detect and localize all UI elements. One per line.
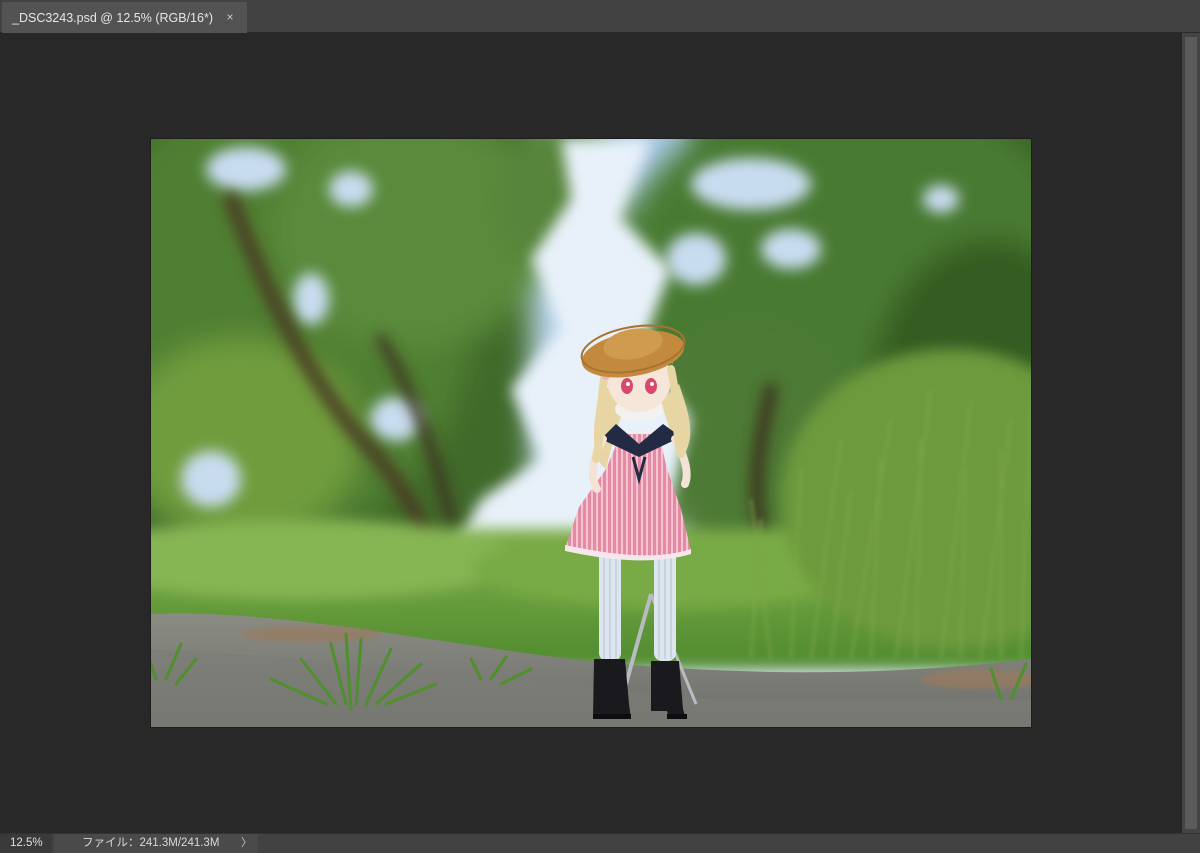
document-tab[interactable]: _DSC3243.psd @ 12.5% (RGB/16*) × bbox=[2, 2, 247, 33]
status-bar: 12.5% ファイル：241.3M/241.3M 〉 bbox=[0, 833, 1200, 853]
document-image[interactable] bbox=[151, 139, 1031, 727]
chevron-right-icon[interactable]: 〉 bbox=[241, 834, 252, 853]
close-icon[interactable]: × bbox=[223, 10, 237, 24]
vertical-scrollbar-thumb[interactable] bbox=[1185, 37, 1197, 829]
photoshop-window: _DSC3243.psd @ 12.5% (RGB/16*) × 12.5% フ… bbox=[0, 0, 1200, 853]
zoom-level-field[interactable]: 12.5% bbox=[0, 834, 52, 853]
photo-doll-in-park bbox=[151, 139, 1031, 727]
document-tab-title: _DSC3243.psd @ 12.5% (RGB/16*) bbox=[12, 10, 213, 25]
file-size-text: ファイル：241.3M/241.3M bbox=[82, 837, 220, 849]
document-tab-bar: _DSC3243.psd @ 12.5% (RGB/16*) × bbox=[0, 0, 1200, 33]
file-size-info[interactable]: ファイル：241.3M/241.3M 〉 bbox=[54, 834, 258, 853]
vertical-scrollbar[interactable] bbox=[1182, 33, 1200, 833]
